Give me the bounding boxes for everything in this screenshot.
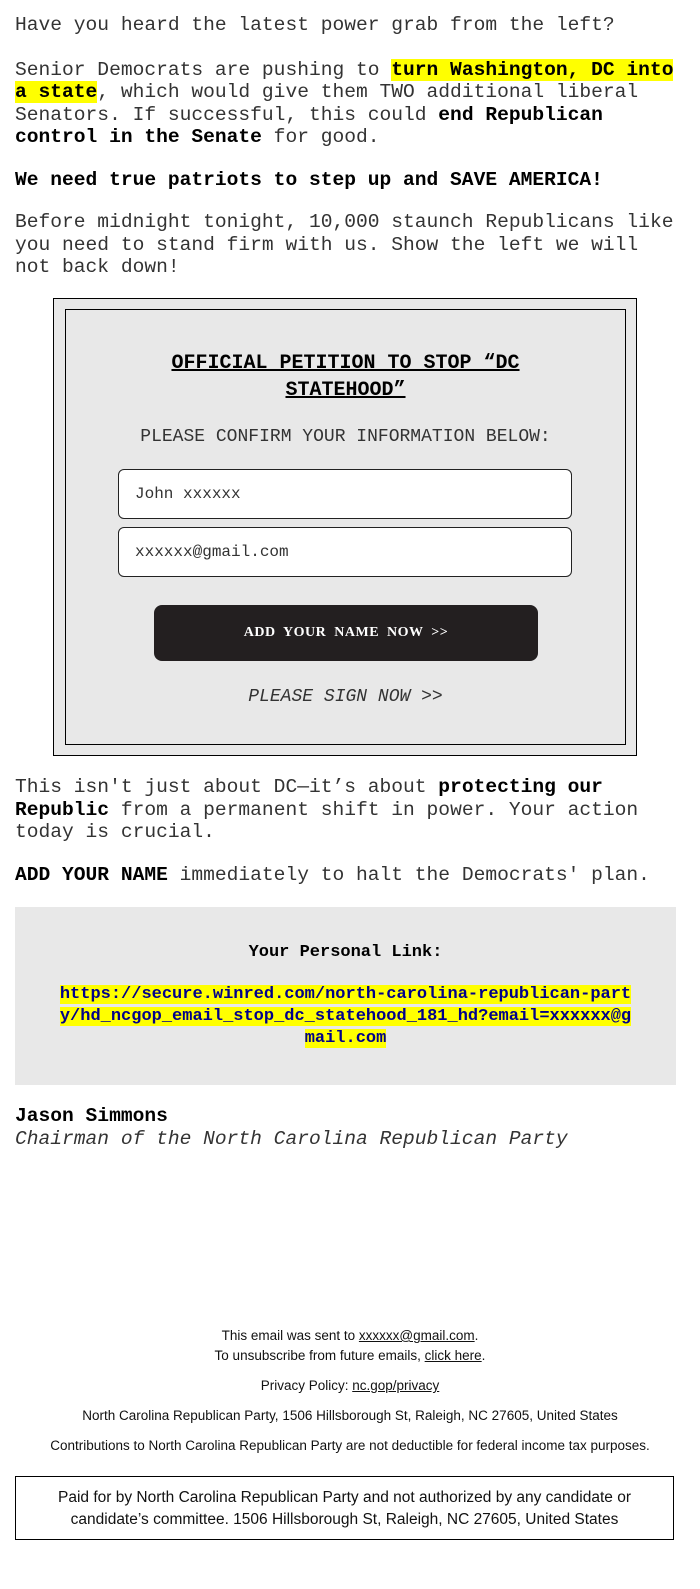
email-body-intro: Have you heard the latest power grab fro… bbox=[15, 14, 677, 279]
petition-box: OFFICIAL PETITION TO STOP “DC STATEHOOD”… bbox=[53, 298, 637, 756]
signer-name: Jason Simmons bbox=[15, 1105, 677, 1128]
confirm-label: PLEASE CONFIRM YOUR INFORMATION BELOW: bbox=[140, 427, 551, 447]
bold-text: We need true patriots to step up and SAV… bbox=[15, 168, 603, 191]
petition-title-text: OFFICIAL PETITION TO STOP “DC STATEHOOD” bbox=[171, 352, 520, 402]
petition-title: OFFICIAL PETITION TO STOP “DC STATEHOOD” bbox=[66, 350, 625, 404]
privacy-link[interactable]: nc.gop/privacy bbox=[352, 1378, 439, 1393]
unsubscribe-link[interactable]: click here bbox=[425, 1348, 482, 1363]
bold-text: ADD YOUR NAME bbox=[15, 863, 168, 886]
personal-link-label: Your Personal Link: bbox=[248, 943, 443, 962]
signature: Jason Simmons Chairman of the North Caro… bbox=[15, 1105, 677, 1150]
personal-link-box: Your Personal Link: https://secure.winre… bbox=[15, 907, 676, 1085]
name-field[interactable] bbox=[118, 469, 572, 519]
text: for good. bbox=[261, 126, 380, 148]
text: . bbox=[481, 1348, 486, 1363]
petition-inner: OFFICIAL PETITION TO STOP “DC STATEHOOD”… bbox=[65, 309, 626, 745]
personal-link-container: https://secure.winred.com/north-carolina… bbox=[55, 984, 636, 1050]
deadline-paragraph: Before midnight tonight, 10,000 staunch … bbox=[15, 211, 674, 278]
text: To unsubscribe from future emails, bbox=[214, 1348, 425, 1363]
footer-sent: This email was sent to xxxxxx@gmail.com.… bbox=[0, 1326, 700, 1366]
email-field[interactable] bbox=[118, 527, 572, 577]
add-name-paragraph: ADD YOUR NAME immediately to halt the De… bbox=[15, 864, 677, 887]
text: . bbox=[474, 1328, 479, 1343]
text: from a permanent shift in power. Your ac… bbox=[15, 798, 639, 844]
footer-privacy: Privacy Policy: nc.gop/privacy bbox=[0, 1378, 700, 1393]
intro-paragraph: Senior Democrats are pushing to turn Was… bbox=[15, 58, 677, 149]
text: Senior Democrats are pushing to bbox=[15, 58, 392, 81]
intro-question: Have you heard the latest power grab fro… bbox=[15, 14, 615, 36]
personal-link[interactable]: https://secure.winred.com/north-carolina… bbox=[59, 985, 632, 1048]
paid-for-text: Paid for by North Carolina Republican Pa… bbox=[58, 1489, 631, 1528]
add-your-name-button[interactable]: ADD YOUR NAME NOW >> bbox=[154, 605, 538, 661]
republic-paragraph: This isn't just about DC—it’s about prot… bbox=[15, 776, 677, 844]
call-to-action: We need true patriots to step up and SAV… bbox=[15, 169, 677, 192]
sign-now-link[interactable]: PLEASE SIGN NOW >> bbox=[66, 687, 625, 707]
sent-email-link[interactable]: xxxxxx@gmail.com bbox=[359, 1328, 475, 1343]
text: immediately to halt the Democrats' plan. bbox=[167, 863, 650, 886]
footer-contributions: Contributions to North Carolina Republic… bbox=[50, 1438, 650, 1453]
paid-for-disclaimer: Paid for by North Carolina Republican Pa… bbox=[15, 1476, 674, 1540]
text: This isn't just about DC—it’s about bbox=[15, 776, 439, 798]
signer-title: Chairman of the North Carolina Republica… bbox=[15, 1127, 568, 1150]
text: This email was sent to bbox=[221, 1328, 359, 1343]
footer-address: North Carolina Republican Party, 1506 Hi… bbox=[82, 1408, 618, 1423]
email-body-continued: This isn't just about DC—it’s about prot… bbox=[15, 776, 677, 886]
bold-text: Jason Simmons bbox=[15, 1105, 168, 1127]
text: Privacy Policy: bbox=[260, 1378, 353, 1393]
